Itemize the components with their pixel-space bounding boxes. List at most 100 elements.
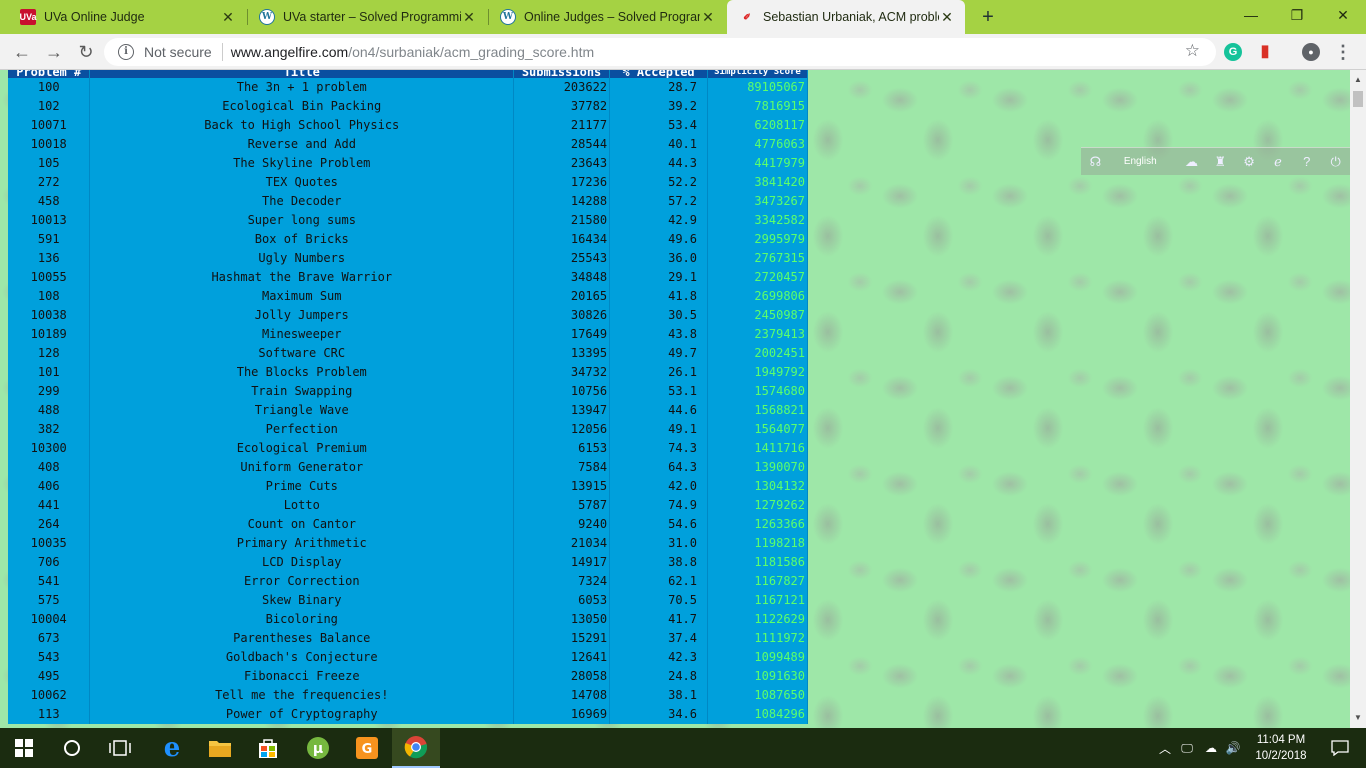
cell-title: Triangle Wave bbox=[89, 401, 515, 420]
wordpress-favicon-icon: W bbox=[500, 9, 516, 25]
cell-percent-accepted: 54.6 bbox=[609, 515, 708, 534]
tab-sebastian-urbaniak[interactable]: ✐ Sebastian Urbaniak, ACM problem ✕ bbox=[727, 0, 965, 34]
close-tab-icon[interactable]: ✕ bbox=[220, 9, 236, 26]
cell-title: TEX Quotes bbox=[89, 173, 515, 192]
taskbar-clock[interactable]: 11:04 PM 10/2/2018 bbox=[1250, 732, 1312, 764]
cell-simplicity-score: 1279262 bbox=[707, 496, 808, 515]
scroll-down-arrow-icon[interactable]: ▼ bbox=[1350, 710, 1366, 726]
onedrive-cloud-icon[interactable]: ☁ bbox=[1200, 741, 1222, 755]
trophy-icon[interactable]: ♜ bbox=[1206, 154, 1235, 170]
table-row: 128 Software CRC 13395 49.7 2002451 bbox=[8, 344, 808, 363]
help-icon[interactable]: ? bbox=[1292, 154, 1321, 169]
svg-text:G: G bbox=[362, 742, 373, 757]
scrollbar-thumb[interactable] bbox=[1353, 91, 1363, 107]
cell-percent-accepted: 38.8 bbox=[609, 553, 708, 572]
settings-gear-icon[interactable]: ⚙ bbox=[1235, 154, 1264, 170]
browser-e-icon[interactable]: ℯ bbox=[1264, 154, 1293, 170]
vertical-scrollbar[interactable]: ▲ ▼ bbox=[1350, 70, 1366, 728]
reload-button[interactable]: ↻ bbox=[74, 40, 98, 64]
cell-simplicity-score: 2720457 bbox=[707, 268, 808, 287]
chrome-menu-icon[interactable]: ⋮ bbox=[1334, 43, 1352, 61]
cell-simplicity-score: 7816915 bbox=[707, 97, 808, 116]
search-button[interactable] bbox=[48, 728, 96, 768]
forward-button[interactable]: → bbox=[42, 40, 66, 64]
info-icon[interactable]: i bbox=[118, 44, 134, 60]
scroll-up-arrow-icon[interactable]: ▲ bbox=[1350, 72, 1366, 88]
security-label[interactable]: Not secure bbox=[144, 44, 212, 60]
cell-submissions: 6153 bbox=[513, 439, 611, 458]
task-view-button[interactable] bbox=[96, 728, 144, 768]
tab-title: UVa Online Judge bbox=[44, 10, 145, 24]
power-icon[interactable]: ⏻ bbox=[1321, 154, 1350, 170]
close-tab-icon[interactable]: ✕ bbox=[461, 9, 477, 26]
cell-submissions: 14288 bbox=[513, 192, 611, 211]
cell-percent-accepted: 36.0 bbox=[609, 249, 708, 268]
tab-online-judges[interactable]: W Online Judges – Solved Program ✕ bbox=[488, 0, 726, 34]
utorrent-icon: µ bbox=[307, 737, 329, 759]
cell-simplicity-score: 1087650 bbox=[707, 686, 808, 705]
cell-percent-accepted: 41.7 bbox=[609, 610, 708, 629]
logo-icon[interactable]: ☊ bbox=[1081, 154, 1110, 170]
network-icon[interactable]: 🖵 bbox=[1174, 741, 1200, 756]
url-text[interactable]: www.angelfire.com/on4/surbaniak/acm_grad… bbox=[231, 44, 594, 60]
volume-icon[interactable]: 🔊 bbox=[1222, 741, 1244, 755]
table-row: 382 Perfection 12056 49.1 1564077 bbox=[8, 420, 808, 439]
account-avatar-icon[interactable]: ● bbox=[1302, 43, 1320, 61]
minimize-button[interactable]: — bbox=[1228, 0, 1274, 30]
action-center-button[interactable] bbox=[1316, 728, 1364, 768]
windows-logo-icon bbox=[15, 739, 33, 757]
bookmark-star-icon[interactable]: ☆ bbox=[1185, 41, 1200, 61]
maximize-button[interactable]: ❐ bbox=[1274, 0, 1320, 30]
close-tab-icon[interactable]: ✕ bbox=[700, 9, 716, 26]
header-title[interactable]: Title bbox=[89, 70, 515, 78]
cell-percent-accepted: 37.4 bbox=[609, 629, 708, 648]
cell-title: Box of Bricks bbox=[89, 230, 515, 249]
start-button[interactable] bbox=[0, 728, 48, 768]
back-button[interactable]: ← bbox=[10, 40, 34, 64]
cell-simplicity-score: 1122629 bbox=[707, 610, 808, 629]
tab-title: Sebastian Urbaniak, ACM problem bbox=[763, 10, 939, 24]
table-row: 105 The Skyline Problem 23643 44.3 4417979 bbox=[8, 154, 808, 173]
cell-simplicity-score: 1949792 bbox=[707, 363, 808, 382]
table-row: 10055 Hashmat the Brave Warrior 34848 29.1 2… bbox=[8, 268, 808, 287]
taskbar-file-explorer[interactable] bbox=[196, 728, 244, 768]
cell-problem-number: 136 bbox=[8, 249, 91, 268]
header-problem-number[interactable]: Problem # bbox=[8, 70, 91, 78]
cell-problem-number: 458 bbox=[8, 192, 91, 211]
table-row: 102 Ecological Bin Packing 37782 39.2 781691… bbox=[8, 97, 808, 116]
cloud-icon[interactable]: ☁ bbox=[1177, 154, 1206, 170]
show-hidden-icons-chevron-icon[interactable]: ︿ bbox=[1156, 740, 1174, 757]
cell-problem-number: 488 bbox=[8, 401, 91, 420]
language-selector[interactable]: English bbox=[1124, 156, 1167, 167]
cell-title: Back to High School Physics bbox=[89, 116, 515, 135]
taskbar-utorrent[interactable]: µ bbox=[294, 728, 342, 768]
tab-uva-online-judge[interactable]: UVa UVa Online Judge ✕ bbox=[8, 0, 246, 34]
close-window-button[interactable]: ✕ bbox=[1320, 0, 1366, 30]
tab-strip: UVa UVa Online Judge ✕ W UVa starter – S… bbox=[0, 0, 1366, 34]
cell-problem-number: 10055 bbox=[8, 268, 91, 287]
cell-problem-number: 408 bbox=[8, 458, 91, 477]
cell-problem-number: 10071 bbox=[8, 116, 91, 135]
tab-uva-starter[interactable]: W UVa starter – Solved Programming ✕ bbox=[247, 0, 487, 34]
cell-problem-number: 272 bbox=[8, 173, 91, 192]
cell-submissions: 23643 bbox=[513, 154, 611, 173]
header-submissions[interactable]: Submissions bbox=[513, 70, 611, 78]
cell-title: Software CRC bbox=[89, 344, 515, 363]
taskbar-store[interactable] bbox=[244, 728, 292, 768]
tab-title: UVa starter – Solved Programming bbox=[283, 10, 461, 24]
table-row: 441 Lotto 5787 74.9 1279262 bbox=[8, 496, 808, 515]
taskbar-chrome[interactable] bbox=[392, 728, 440, 768]
grammarly-extension-icon[interactable]: G bbox=[1224, 43, 1242, 61]
close-tab-icon[interactable]: ✕ bbox=[939, 9, 955, 26]
taskbar-pdf-app[interactable]: G bbox=[343, 728, 391, 768]
header-percent-accepted[interactable]: % Accepted bbox=[609, 70, 708, 78]
header-simplicity-score[interactable]: Simplicity Score bbox=[707, 70, 808, 78]
book-extension-icon[interactable]: ▮ bbox=[1256, 43, 1274, 61]
taskbar-edge[interactable]: e bbox=[148, 728, 196, 768]
cell-simplicity-score: 1181586 bbox=[707, 553, 808, 572]
new-tab-button[interactable]: + bbox=[976, 3, 1000, 31]
cell-percent-accepted: 74.3 bbox=[609, 439, 708, 458]
cell-simplicity-score: 2450987 bbox=[707, 306, 808, 325]
cell-percent-accepted: 49.7 bbox=[609, 344, 708, 363]
address-bar[interactable]: i Not secure www.angelfire.com/on4/surba… bbox=[104, 38, 1216, 66]
